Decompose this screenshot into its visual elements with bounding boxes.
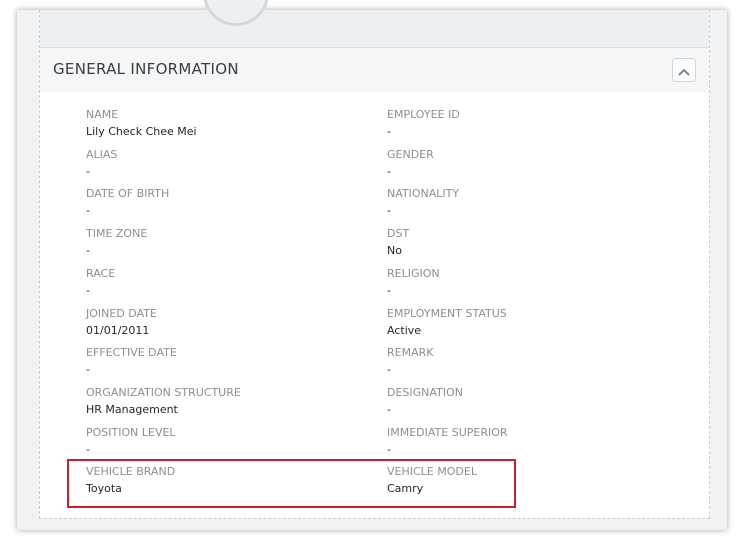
section-header: GENERAL INFORMATION (40, 48, 709, 92)
field-label: IMMEDIATE SUPERIOR (387, 426, 508, 439)
field-label: POSITION LEVEL (86, 426, 176, 439)
field-value: No (387, 244, 402, 257)
chevron-up-icon (678, 61, 690, 80)
field-employment-status: EMPLOYMENT STATUS Active (387, 307, 507, 337)
field-value: - (86, 443, 90, 456)
field-joined-date: JOINED DATE 01/01/2011 (86, 307, 157, 337)
field-remark: REMARK - (387, 346, 433, 376)
field-value: - (86, 165, 90, 178)
field-label: RELIGION (387, 267, 440, 280)
field-label: REMARK (387, 346, 434, 359)
avatar (203, 0, 269, 26)
field-label: NAME (86, 108, 119, 121)
highlight-box (67, 459, 516, 508)
field-label: NATIONALITY (387, 187, 460, 200)
field-value: - (86, 363, 90, 376)
field-label: EMPLOYEE ID (387, 108, 460, 121)
field-label: GENDER (387, 148, 434, 161)
field-value: HR Management (86, 403, 178, 416)
field-value: - (387, 165, 391, 178)
field-label: DATE OF BIRTH (86, 187, 170, 200)
field-position-level: POSITION LEVEL - (86, 426, 176, 456)
field-race: RACE - (86, 267, 115, 297)
section-title: GENERAL INFORMATION (53, 60, 239, 78)
field-value: Lily Check Chee Mei (86, 125, 197, 138)
field-label: TIME ZONE (86, 227, 148, 240)
field-value: - (387, 204, 391, 217)
field-label: DESIGNATION (387, 386, 463, 399)
field-immediate-superior: IMMEDIATE SUPERIOR - (387, 426, 508, 456)
field-time-zone: TIME ZONE - (86, 227, 147, 257)
field-value: - (86, 284, 90, 297)
field-label: ORGANIZATION STRUCTURE (86, 386, 241, 399)
field-value: - (387, 125, 391, 138)
field-value: 01/01/2011 (86, 324, 150, 337)
field-gender: GENDER - (387, 148, 434, 178)
field-designation: DESIGNATION - (387, 386, 463, 416)
field-value: - (387, 403, 391, 416)
field-label: EMPLOYMENT STATUS (387, 307, 507, 320)
field-label: DST (387, 227, 410, 240)
field-nationality: NATIONALITY - (387, 187, 459, 217)
field-religion: RELIGION - (387, 267, 440, 297)
field-date-of-birth: DATE OF BIRTH - (86, 187, 169, 217)
field-value: Active (387, 324, 422, 337)
field-organization-structure: ORGANIZATION STRUCTURE HR Management (86, 386, 241, 416)
field-label: JOINED DATE (86, 307, 157, 320)
field-value: - (86, 204, 90, 217)
field-value: - (387, 284, 391, 297)
field-value: - (86, 244, 90, 257)
field-effective-date: EFFECTIVE DATE - (86, 346, 177, 376)
collapse-button[interactable] (672, 58, 696, 82)
field-name: NAME Lily Check Chee Mei (86, 108, 197, 138)
field-label: EFFECTIVE DATE (86, 346, 177, 359)
field-value: - (387, 443, 391, 456)
profile-header-area (40, 0, 709, 48)
field-alias: ALIAS - (86, 148, 117, 178)
field-value: - (387, 363, 391, 376)
field-dst: DST No (387, 227, 409, 257)
field-employee-id: EMPLOYEE ID - (387, 108, 460, 138)
field-label: RACE (86, 267, 116, 280)
field-label: ALIAS (86, 148, 118, 161)
